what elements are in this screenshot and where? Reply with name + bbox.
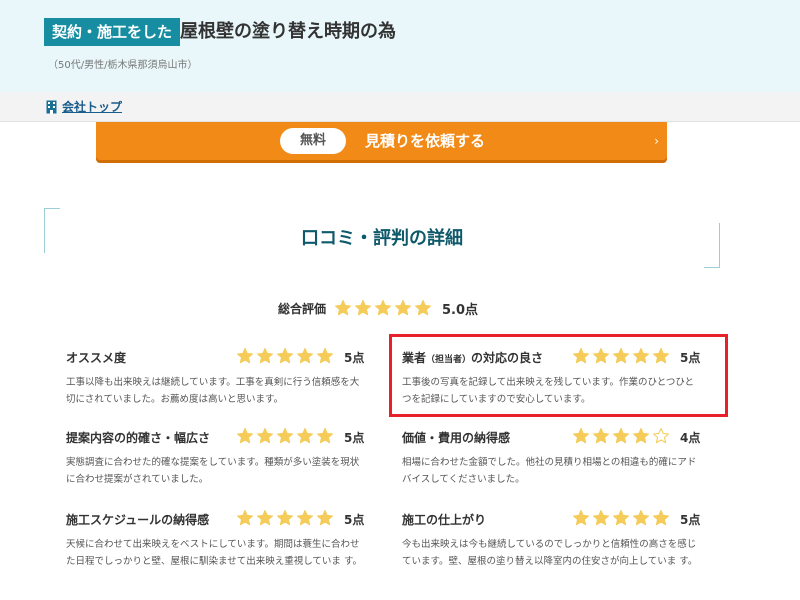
star-filled-icon — [256, 347, 274, 365]
rating-item-finish: 施工の仕上がり 5点 今も出来映えは今も継続しているのでしっかりと信頼性の高さを… — [402, 508, 702, 570]
star-filled-icon — [276, 427, 294, 445]
star-filled-icon — [256, 509, 274, 527]
reviewer-info: （50代/男性/栃木県那須烏山市） — [48, 60, 198, 71]
contract-badge: 契約・施工をした — [44, 18, 181, 46]
rating-score: 5点 — [344, 431, 365, 445]
overall-star-rating — [334, 299, 432, 317]
rating-comment: 工事以降も出来映えは継続しています。工事を真剣に行う信頼感を大切にされていました… — [66, 377, 360, 405]
star-filled-icon — [236, 427, 254, 445]
overall-rating-label: 総合評価 — [278, 301, 327, 316]
chevron-right-icon: › — [654, 134, 659, 148]
overall-score: 5.0点 — [442, 302, 479, 318]
star-filled-icon — [612, 509, 630, 527]
star-filled-icon — [374, 299, 392, 317]
nav-bar: 会社トップ — [0, 92, 800, 122]
star-filled-icon — [296, 347, 314, 365]
star-filled-icon — [236, 509, 254, 527]
rating-item-proposal: 提案内容の的確さ・幅広さ 5点 実態調査に合わせた的確な提案をしています。種類が… — [66, 426, 366, 488]
building-icon — [46, 100, 57, 114]
company-top-label: 会社トップ — [62, 100, 123, 114]
rating-item-title: 施工スケジュールの納得感 — [66, 513, 210, 527]
company-top-link[interactable]: 会社トップ — [46, 98, 122, 115]
rating-comment: 実態調査に合わせた的確な提案をしています。種類が多い塗装を現状に合わせ提案がされ… — [66, 457, 360, 485]
request-estimate-button[interactable]: 無料 見積りを依頼する › — [96, 122, 667, 160]
star-rating — [236, 509, 334, 527]
review-title: 屋根壁の塗り替え時期の為 — [180, 21, 396, 42]
star-rating — [236, 427, 334, 445]
rating-comment: 相場に合わせた金額でした。他社の見積り相場との相違も的確にアドバイスしてください… — [402, 457, 697, 485]
star-filled-icon — [612, 427, 630, 445]
star-filled-icon — [592, 427, 610, 445]
section-title: 口コミ・評判の詳細 — [301, 228, 463, 249]
star-filled-icon — [316, 347, 334, 365]
rating-item-title: 施工の仕上がり — [402, 513, 487, 527]
star-rating — [572, 427, 670, 445]
star-filled-icon — [296, 509, 314, 527]
star-filled-icon — [316, 509, 334, 527]
rating-item-cost: 価値・費用の納得感 4点 相場に合わせた金額でした。他社の見積り相場との相違も的… — [402, 426, 702, 488]
star-filled-icon — [276, 509, 294, 527]
rating-item-title: オススメ度 — [66, 351, 127, 365]
star-filled-icon — [354, 299, 372, 317]
star-filled-icon — [276, 347, 294, 365]
rating-item-title: 提案内容の的確さ・幅広さ — [66, 431, 211, 445]
rating-item-recommendation: オススメ度 5点 工事以降も出来映えは継続しています。工事を真剣に行う信頼感を大… — [66, 346, 366, 408]
review-header: 契約・施工をした 屋根壁の塗り替え時期の為 （50代/男性/栃木県那須烏山市） — [0, 0, 800, 92]
star-filled-icon — [236, 347, 254, 365]
star-filled-icon — [592, 509, 610, 527]
overall-rating: 総合評価 5.0点 — [278, 296, 478, 320]
rating-score: 5点 — [680, 513, 701, 527]
star-filled-icon — [296, 427, 314, 445]
rating-comment: 天候に合わせて出来映えをベストにしています。期間は蓑生に合わせた日程でしっかりと… — [66, 539, 363, 567]
star-filled-icon — [652, 509, 670, 527]
rating-item-title: 価値・費用の納得感 — [402, 431, 511, 445]
rating-item-schedule: 施工スケジュールの納得感 5点 天候に合わせて出来映えをベストにしています。期間… — [66, 508, 366, 570]
request-estimate-label: 見積りを依頼する — [365, 132, 486, 150]
rating-comment: 今も出来映えは今も継続しているのでしっかりと信頼性の高さを感じています。壁、屋根… — [402, 539, 698, 567]
star-filled-icon — [394, 299, 412, 317]
rating-score: 5点 — [344, 351, 365, 365]
star-filled-icon — [572, 509, 590, 527]
star-rating — [572, 509, 670, 527]
star-filled-icon — [316, 427, 334, 445]
section-heading-box: 口コミ・評判の詳細 — [44, 208, 720, 268]
star-empty-icon — [652, 427, 670, 445]
star-filled-icon — [256, 427, 274, 445]
star-filled-icon — [632, 509, 650, 527]
star-filled-icon — [414, 299, 432, 317]
star-rating — [236, 347, 334, 365]
star-filled-icon — [632, 427, 650, 445]
rating-score: 4点 — [680, 431, 701, 445]
star-filled-icon — [334, 299, 352, 317]
free-badge: 無料 — [280, 128, 346, 154]
rating-score: 5点 — [344, 513, 365, 527]
star-filled-icon — [572, 427, 590, 445]
highlight-box — [389, 334, 728, 417]
